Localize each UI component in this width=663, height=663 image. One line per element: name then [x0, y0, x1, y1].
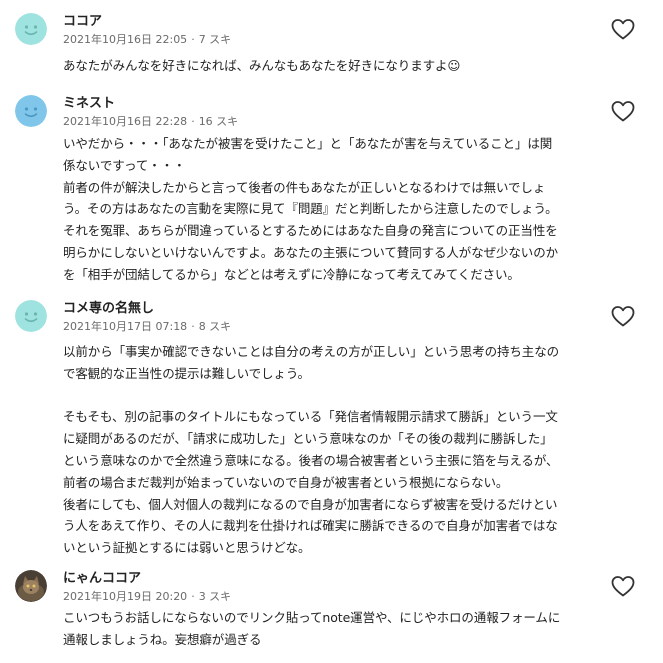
- avatar[interactable]: [15, 13, 47, 45]
- heart-icon: [611, 306, 635, 327]
- comment-line: に疑問があるのだが、「請求に成功した」という意味なのか「その後の裁判に勝訴した」: [63, 431, 553, 447]
- comment-line: いやだから・・・「あなたが被害を受けたこと」と「あなたが害を与えていること」は関: [63, 136, 553, 151]
- comment-line: [63, 385, 653, 407]
- comment-body: いやだから・・・「あなたが被害を受けたこと」と「あなたが害を与えていること」は関…: [63, 133, 653, 286]
- comment-meta: 2021年10月16日 22:28 · 16 スキ: [63, 115, 238, 129]
- comment-author[interactable]: ココア: [63, 13, 102, 31]
- like-count: 7 スキ: [198, 33, 232, 46]
- like-count: 8 スキ: [198, 320, 232, 333]
- comment-date: 2021年10月16日 22:28: [63, 115, 188, 128]
- comment-body: 以前から「事実か確認できないことは自分の考えの方が正しい」という思考の持ち主なの…: [63, 341, 653, 559]
- comment-date: 2021年10月16日 22:05: [63, 33, 188, 46]
- like-button[interactable]: [610, 99, 636, 123]
- comment-line: こいつもうお話しにならないのでリンク貼ってnote運営や、にじやホロの通報フォー…: [63, 610, 561, 625]
- comment-author[interactable]: コメ専の名無し: [63, 300, 154, 318]
- heart-icon: [611, 101, 635, 122]
- comment-line: 後者にしても、個人対個人の裁判になるので自身が加害者にならず被害を受けるだけとい: [63, 496, 558, 512]
- smiley-face-icon: [15, 13, 47, 45]
- comment-line: あなたがみんなを好きになれば、みんなもあなたを好きになりますよ☺: [63, 58, 461, 73]
- comment-line: 通報しましょうね。妄想癖が過ぎる: [63, 631, 262, 647]
- comment-author[interactable]: にゃんココア: [63, 570, 141, 588]
- comment-body: あなたがみんなを好きになれば、みんなもあなたを好きになりますよ☺: [63, 55, 653, 77]
- comment-line: そもそも、別の記事のタイトルにもなっている「発信者情報開示請求て勝訴」という一文: [63, 409, 558, 425]
- heart-icon: [611, 19, 635, 40]
- comment-line: を「相手が団結してるから」などとは考えずに冷静になって考えてみてください。: [63, 266, 520, 282]
- comment-date: 2021年10月17日 07:18: [63, 320, 188, 333]
- smiley-face-icon: [15, 300, 47, 332]
- meta-separator: ·: [191, 33, 195, 46]
- comment-list: ココア 2021年10月16日 22:05 · 7 スキ あなたがみんなを好きになれ…: [0, 0, 663, 663]
- like-button[interactable]: [610, 574, 636, 598]
- comment-line: う。その方はあなたの言動を実際に見て『問題』だと判断したから注意したのでしょう。: [63, 201, 558, 217]
- comment-meta: 2021年10月16日 22:05 · 7 スキ: [63, 33, 231, 47]
- comment-line: 以前から「事実か確認できないことは自分の考えの方が正しい」という思考の持ち主なの: [63, 344, 560, 359]
- comment-line: 明らかにしないといけないんですよ。あなたの主張について賛同する人がなぜ少ないのか: [63, 244, 559, 260]
- comment-date: 2021年10月19日 20:20: [63, 590, 188, 603]
- comment-line: それを冤罪、あちらが間違っているとするためにはあなた自身の発言についての正当性を: [63, 223, 558, 239]
- meta-separator: ·: [191, 115, 195, 128]
- comment-line: で客観的な正当性の提示は難しいでしょう。: [63, 365, 310, 381]
- meta-separator: ·: [191, 320, 195, 333]
- like-button[interactable]: [610, 17, 636, 41]
- comment-line: う人をあえて作り、その人に裁判を仕掛ければ確実に勝訴できるので自身が加害者ではな: [63, 518, 558, 534]
- avatar[interactable]: [15, 300, 47, 332]
- like-count: 16 スキ: [198, 115, 239, 128]
- like-count: 3 スキ: [198, 590, 232, 603]
- heart-icon: [611, 576, 635, 597]
- comment-author[interactable]: ミネスト: [63, 95, 115, 113]
- comment-body: こいつもうお話しにならないのでリンク貼ってnote運営や、にじやホロの通報フォー…: [63, 607, 653, 651]
- comment-line: いという証拠とするには弱いと思うけどな。: [63, 540, 311, 556]
- comment-meta: 2021年10月17日 07:18 · 8 スキ: [63, 320, 231, 334]
- comment-line: 係ないですって・・・: [63, 157, 186, 173]
- like-button[interactable]: [610, 304, 636, 328]
- cat-photo-icon: [15, 570, 47, 602]
- comment-line: という意味なのかで全然違う意味になる。後者の場合被害者という主張に箔を与えるが、: [63, 452, 559, 468]
- meta-separator: ·: [191, 590, 195, 603]
- smiley-face-icon: [15, 95, 47, 127]
- avatar[interactable]: [15, 570, 47, 602]
- avatar[interactable]: [15, 95, 47, 127]
- comment-meta: 2021年10月19日 20:20 · 3 スキ: [63, 590, 231, 604]
- comment-line: 前者の件が解決したからと言って後者の件もあなたが正しいとなるわけでは無いでしょ: [63, 179, 546, 195]
- comment-line: 前者の場合まだ裁判が始まっていないので自身が被害者という根拠にならない。: [63, 474, 509, 490]
